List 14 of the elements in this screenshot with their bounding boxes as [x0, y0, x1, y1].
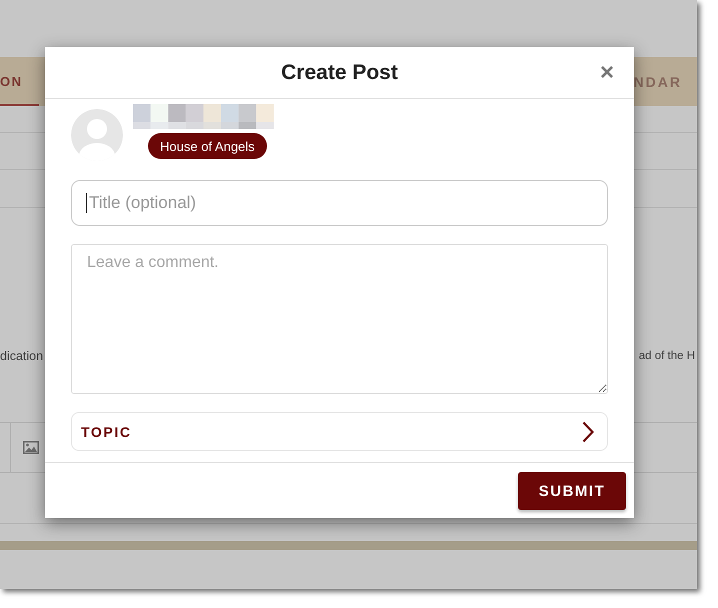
- avatar-icon: [71, 109, 123, 161]
- title-input[interactable]: Title (optional): [71, 180, 608, 226]
- group-tag: House of Angels: [148, 133, 267, 159]
- chevron-right-icon: [582, 420, 594, 442]
- submit-button[interactable]: SUBMIT: [518, 472, 626, 510]
- close-button[interactable]: ×: [598, 60, 616, 86]
- dialog-title: Create Post: [281, 60, 398, 84]
- body-text: dication: [0, 348, 44, 365]
- topic-selector[interactable]: TOPIC: [71, 412, 608, 451]
- comment-field[interactable]: Leave a comment.: [71, 244, 608, 394]
- body-text: ad of the H: [638, 349, 695, 364]
- nav-tab[interactable]: ON: [0, 57, 38, 106]
- image-icon[interactable]: [23, 441, 39, 454]
- nav-tab[interactable]: NDAR: [634, 57, 697, 106]
